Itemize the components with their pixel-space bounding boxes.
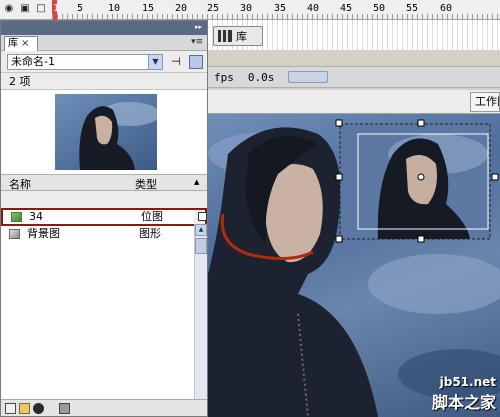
document-row: 未命名-1 ▼ ⊣ (1, 51, 207, 73)
lock-icon[interactable]: ▣ (20, 3, 30, 15)
eye-icon[interactable]: ◉ (4, 3, 14, 15)
preview-image (55, 94, 157, 170)
use-count-box (198, 212, 207, 221)
elapsed-time: 0.0s (247, 70, 275, 84)
library-item-list: 34 位图 背景图 图形 (1, 208, 207, 411)
item-name: 34 (29, 210, 43, 223)
chevron-down-icon[interactable]: ▼ (148, 55, 162, 69)
scroll-up-arrow-icon[interactable]: ▲ (195, 224, 207, 236)
stage-canvas[interactable]: jb51.net 脚本之家 (208, 114, 500, 417)
stage-artwork (208, 119, 500, 417)
item-preview (1, 90, 207, 175)
frame-number: 45 (340, 3, 353, 14)
watermark-site-name: 脚本之家 (431, 393, 496, 412)
tab-library[interactable]: 库 × (4, 36, 38, 51)
item-name: 背景图 (27, 227, 60, 240)
document-select-value: 未命名-1 (11, 55, 55, 68)
watermark-url: jb51.net (439, 375, 496, 389)
frame-number: 20 (175, 3, 188, 14)
frame-number: 55 (406, 3, 419, 14)
library-toolbar (1, 399, 207, 416)
tab-library-label: 库 (8, 38, 18, 49)
column-headers: 名称 类型 ▲ (1, 175, 207, 191)
pin-icon[interactable]: ⊣ (169, 55, 183, 69)
frame-number: 40 (307, 3, 320, 14)
library-tab-button[interactable]: 库 (213, 26, 263, 46)
site-watermark: jb51.net 脚本之家 (432, 375, 496, 413)
new-symbol-icon[interactable] (5, 403, 16, 414)
document-select[interactable]: 未命名-1 ▼ (7, 54, 163, 70)
collapse-arrows-icon[interactable]: ▸▸ (195, 24, 203, 31)
column-header-name[interactable]: 名称 (9, 176, 31, 192)
library-vertical-scrollbar[interactable]: ▲ ▼ (194, 224, 207, 411)
library-books-icon (218, 30, 232, 42)
library-tab-label: 库 (236, 30, 247, 43)
item-type: 位图 (141, 210, 163, 223)
panel-title-bar[interactable]: ▸▸ (1, 21, 207, 35)
timeline-status-bar: fps 0.0s (208, 66, 500, 88)
frame-number: 25 (207, 3, 220, 14)
panel-tab-row: 库 × ▾≡ (1, 35, 207, 51)
frame-number: 35 (274, 3, 287, 14)
item-type: 图形 (139, 227, 161, 240)
properties-icon[interactable] (33, 403, 44, 414)
timeline-ruler[interactable]: ◉ ▣ □ 1 5 10 15 20 25 30 35 40 45 50 55 … (0, 0, 500, 20)
frame-number: 30 (240, 3, 253, 14)
fps-label: fps (214, 70, 234, 84)
item-count: 2 项 (1, 73, 207, 90)
frame-number: 15 (142, 3, 155, 14)
graphic-symbol-icon (9, 229, 20, 239)
bitmap-icon (11, 212, 22, 222)
timeline-horizontal-scrollbar[interactable] (288, 71, 329, 83)
frame-number: 5 (77, 3, 84, 14)
new-library-panel-icon[interactable] (189, 55, 203, 69)
column-header-type[interactable]: 类型 (135, 176, 157, 192)
work-area-button[interactable]: 工作区 (470, 92, 500, 112)
new-folder-icon[interactable] (19, 403, 30, 414)
sort-order-icon[interactable]: ▲ (194, 178, 199, 186)
panel-menu-icon[interactable]: ▾≡ (191, 37, 203, 47)
frame-number: 1 (53, 3, 60, 14)
outline-icon[interactable]: □ (36, 3, 46, 15)
delete-trash-icon[interactable] (59, 403, 70, 414)
library-panel[interactable]: ▸▸ 库 × ▾≡ 未命名-1 ▼ ⊣ 2 项 名称 类型 ▲ 34 位图 背景… (0, 20, 208, 417)
edit-bar: 工作区 (208, 90, 500, 114)
list-item[interactable]: 背景图 图形 (1, 226, 194, 242)
frame-number: 60 (440, 3, 453, 14)
scroll-thumb[interactable] (195, 238, 207, 254)
close-icon[interactable]: × (21, 38, 29, 49)
frame-number: 50 (373, 3, 386, 14)
frame-number: 10 (108, 3, 121, 14)
list-item[interactable]: 34 位图 (1, 208, 207, 226)
